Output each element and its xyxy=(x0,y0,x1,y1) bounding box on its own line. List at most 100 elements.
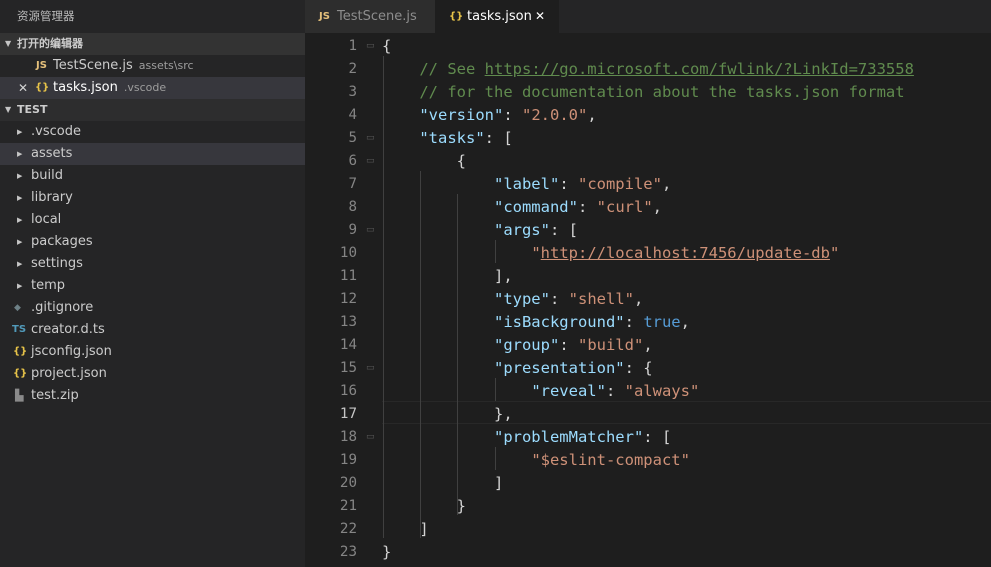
file-label: test.zip xyxy=(31,388,79,403)
code-line[interactable]: "version": "2.0.0", xyxy=(382,104,596,127)
code-line[interactable]: } xyxy=(382,541,391,564)
explorer-title: 资源管理器 xyxy=(17,9,75,23)
code-line[interactable]: "tasks": [ xyxy=(382,127,512,150)
expand-arrow-icon: ▼ xyxy=(5,105,12,114)
close-icon[interactable]: ✕ xyxy=(18,77,28,99)
folder-build[interactable]: ▶ build xyxy=(0,165,305,187)
code-line[interactable]: ] xyxy=(382,518,428,541)
expand-arrow-icon: ▼ xyxy=(5,39,12,48)
line-number: 23 xyxy=(339,544,357,560)
line-number: 18 xyxy=(339,429,357,445)
line-number: 8 xyxy=(348,199,357,215)
folder-label: packages xyxy=(31,234,93,249)
open-editor-label: tasks.json .vscode xyxy=(53,80,167,95)
fold-chevron-icon[interactable]: ▭ xyxy=(366,357,375,380)
code-line[interactable]: "label": "compile", xyxy=(382,173,671,196)
code-line[interactable]: "reveal": "always" xyxy=(382,380,699,403)
code-line[interactable]: "presentation": { xyxy=(382,357,653,380)
line-number: 21 xyxy=(339,498,357,514)
code-line[interactable]: "type": "shell", xyxy=(382,288,643,311)
code-line[interactable]: "$eslint-compact" xyxy=(382,449,690,472)
code-line[interactable]: "isBackground": true, xyxy=(382,311,690,334)
line-number: 22 xyxy=(339,521,357,537)
folder-assets[interactable]: ▶ assets xyxy=(0,143,305,165)
code-line[interactable]: "args": [ xyxy=(382,219,578,242)
editor-tab-bar: JS TestScene.js {} tasks.json ✕ xyxy=(305,0,991,33)
json-file-icon: {} xyxy=(449,11,464,22)
chevron-right-icon: ▶ xyxy=(17,150,23,158)
folder-label: library xyxy=(31,190,73,205)
line-number: 16 xyxy=(339,383,357,399)
project-label: TEST xyxy=(17,103,48,116)
chevron-right-icon: ▶ xyxy=(17,238,23,246)
json-file-icon: {} xyxy=(13,346,28,357)
folder-packages[interactable]: ▶ packages xyxy=(0,231,305,253)
chevron-right-icon: ▶ xyxy=(17,172,23,180)
explorer-sidebar: 资源管理器 ▼ 打开的编辑器 JS TestScene.js assets\src… xyxy=(0,0,305,567)
line-number: 20 xyxy=(339,475,357,491)
folder-label: build xyxy=(31,168,63,183)
fold-chevron-icon[interactable]: ▭ xyxy=(366,426,375,449)
line-number: 9 xyxy=(348,222,357,238)
zip-file-icon: ▙ xyxy=(15,389,24,402)
js-file-icon: JS xyxy=(319,11,330,22)
file-label: jsconfig.json xyxy=(31,344,112,359)
close-icon[interactable]: ✕ xyxy=(535,0,545,33)
line-number: 2 xyxy=(348,61,357,77)
code-editor[interactable]: 1 ▭ 2 3 4 5 ▭ 6 ▭ 7 8 9 ▭ 10 11 12 13 14 15 ▭ 16 17 18 ▭ 19 20 21 2… xyxy=(305,33,991,567)
code-line[interactable]: // for the documentation about the tasks… xyxy=(382,81,904,104)
open-editors-header[interactable]: ▼ 打开的编辑器 xyxy=(0,33,305,55)
code-line[interactable]: "problemMatcher": [ xyxy=(382,426,671,449)
chevron-right-icon: ▶ xyxy=(17,128,23,136)
tab-tasks-json[interactable]: {} tasks.json ✕ xyxy=(435,0,559,33)
folder-settings[interactable]: ▶ settings xyxy=(0,253,305,275)
code-line[interactable]: // See https://go.microsoft.com/fwlink/?… xyxy=(382,58,914,81)
file-test-zip[interactable]: ▙ test.zip xyxy=(0,385,305,407)
chevron-right-icon: ▶ xyxy=(17,194,23,202)
file-label: creator.d.ts xyxy=(31,322,105,337)
code-line[interactable]: } xyxy=(382,495,466,518)
open-editor-item-tasks[interactable]: ✕ {} tasks.json .vscode xyxy=(0,77,305,99)
code-line[interactable]: "command": "curl", xyxy=(382,196,662,219)
open-editors-label: 打开的编辑器 xyxy=(17,37,83,50)
code-line[interactable]: { xyxy=(382,35,391,58)
code-line[interactable]: "http://localhost:7456/update-db" xyxy=(382,242,839,265)
code-line[interactable]: { xyxy=(382,150,466,173)
tab-testscene-js[interactable]: JS TestScene.js xyxy=(305,0,435,33)
line-number: 1 xyxy=(348,38,357,54)
json-file-icon: {} xyxy=(35,82,50,93)
line-number: 3 xyxy=(348,84,357,100)
chevron-right-icon: ▶ xyxy=(17,282,23,290)
file-project-json[interactable]: {} project.json xyxy=(0,363,305,385)
folder-label: temp xyxy=(31,278,66,293)
code-line[interactable]: }, xyxy=(382,403,513,426)
project-header[interactable]: ▼ TEST xyxy=(0,99,305,121)
folder-local[interactable]: ▶ local xyxy=(0,209,305,231)
folder-label: local xyxy=(31,212,62,227)
line-number: 14 xyxy=(339,337,357,353)
folder-vscode[interactable]: ▶ .vscode xyxy=(0,121,305,143)
fold-chevron-icon[interactable]: ▭ xyxy=(366,219,375,242)
code-line[interactable]: ] xyxy=(382,472,503,495)
file-jsconfig[interactable]: {} jsconfig.json xyxy=(0,341,305,363)
code-line[interactable]: "group": "build", xyxy=(382,334,653,357)
line-number: 11 xyxy=(339,268,357,284)
line-number: 15 xyxy=(339,360,357,376)
line-number: 7 xyxy=(348,176,357,192)
line-number: 19 xyxy=(339,452,357,468)
line-number: 4 xyxy=(348,107,357,123)
line-number: 6 xyxy=(348,153,357,169)
open-editor-path: .vscode xyxy=(123,81,167,94)
file-gitignore[interactable]: ◆ .gitignore xyxy=(0,297,305,319)
folder-library[interactable]: ▶ library xyxy=(0,187,305,209)
open-editor-item-testscene[interactable]: JS TestScene.js assets\src xyxy=(0,55,305,77)
fold-chevron-icon[interactable]: ▭ xyxy=(366,150,375,173)
fold-chevron-icon[interactable]: ▭ xyxy=(366,127,375,150)
fold-chevron-icon[interactable]: ▭ xyxy=(366,35,375,58)
folder-temp[interactable]: ▶ temp xyxy=(0,275,305,297)
line-number: 12 xyxy=(339,291,357,307)
file-creator-d-ts[interactable]: TS creator.d.ts xyxy=(0,319,305,341)
git-file-icon: ◆ xyxy=(14,303,21,313)
code-line[interactable]: ], xyxy=(382,265,513,288)
line-number: 5 xyxy=(348,130,357,146)
